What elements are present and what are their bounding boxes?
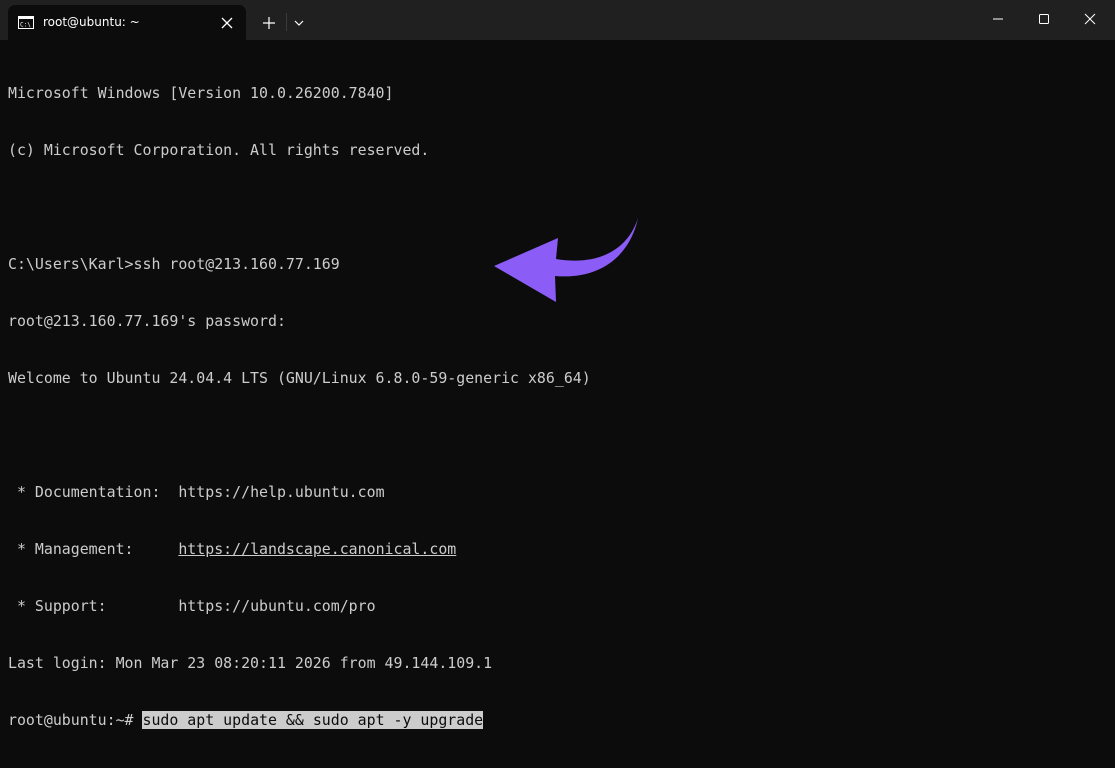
terminal-line: * Management: https://landscape.canonica… [8, 540, 1108, 559]
terminal-line: Microsoft Windows [Version 10.0.26200.78… [8, 84, 394, 102]
title-bar: C:\ root@ubuntu: ~ [0, 0, 1115, 40]
maximize-icon[interactable] [1021, 0, 1067, 38]
prompt-line[interactable]: root@ubuntu:~# sudo apt update && sudo a… [8, 711, 1108, 730]
terminal-line: root@213.160.77.169's password: [8, 312, 286, 330]
terminal-line: Welcome to Ubuntu 24.04.4 LTS (GNU/Linux… [8, 369, 591, 387]
tab-title: root@ubuntu: ~ [43, 15, 140, 29]
terminal-line: Last login: Mon Mar 23 08:20:11 2026 fro… [8, 654, 493, 672]
terminal-output[interactable]: Microsoft Windows [Version 10.0.26200.78… [8, 46, 1108, 729]
close-icon[interactable] [216, 12, 238, 34]
support-label: * Support: [8, 597, 179, 615]
chevron-down-icon[interactable] [289, 10, 309, 36]
tab-divider [286, 13, 287, 31]
annotation-arrow-icon [494, 218, 638, 302]
mgmt-label: * Management: [8, 540, 179, 558]
plus-icon[interactable] [256, 10, 282, 36]
terminal-line: * Documentation: https://help.ubuntu.com [8, 483, 1108, 502]
doc-label: * Documentation: [8, 483, 179, 501]
minimize-icon[interactable] [975, 0, 1021, 38]
doc-url[interactable]: https://help.ubuntu.com [178, 483, 384, 501]
terminal-window: C:\ root@ubuntu: ~ Microsoft Windows [Ve… [0, 0, 1115, 729]
support-url[interactable]: https://ubuntu.com/pro [178, 597, 375, 615]
svg-text:C:\: C:\ [20, 22, 31, 29]
terminal-line: * Support: https://ubuntu.com/pro [8, 597, 1108, 616]
close-icon[interactable] [1067, 0, 1113, 38]
selected-command[interactable]: sudo apt update && sudo apt -y upgrade [142, 711, 484, 729]
mgmt-url-link[interactable]: https://landscape.canonical.com [178, 540, 456, 558]
tab-root-ubuntu[interactable]: C:\ root@ubuntu: ~ [8, 5, 246, 40]
terminal-line: (c) Microsoft Corporation. All rights re… [8, 141, 430, 159]
terminal-icon: C:\ [18, 16, 34, 29]
shell-prompt: root@ubuntu:~# [8, 711, 143, 729]
